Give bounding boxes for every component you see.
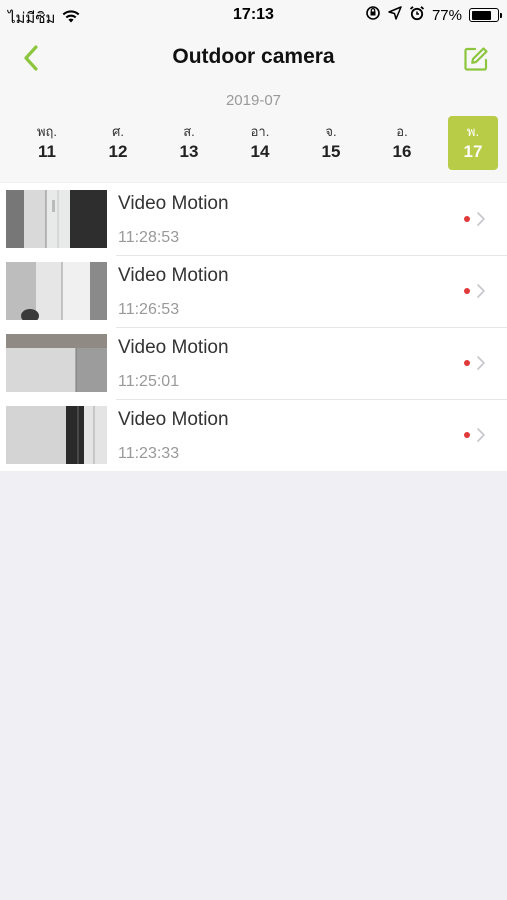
event-time: 11:23:33 bbox=[118, 445, 180, 462]
video-thumbnail[interactable] bbox=[6, 190, 107, 248]
day-name: พฤ. bbox=[36, 124, 58, 139]
day-17-selected[interactable]: พ. 17 bbox=[448, 116, 498, 170]
day-12[interactable]: ศ. 12 bbox=[93, 116, 143, 170]
event-list: Video Motion 11:28:53 Video Motion 11:26… bbox=[0, 183, 507, 471]
chevron-right-icon bbox=[477, 284, 485, 298]
day-number: 15 bbox=[321, 142, 341, 161]
day-14[interactable]: อา. 14 bbox=[235, 116, 285, 170]
day-name: อ. bbox=[396, 124, 408, 139]
page-title: Outdoor camera bbox=[172, 45, 335, 68]
video-thumbnail[interactable] bbox=[6, 334, 107, 392]
chevron-right-icon bbox=[477, 212, 485, 226]
day-number: 16 bbox=[392, 142, 412, 161]
day-15[interactable]: จ. 15 bbox=[306, 116, 356, 170]
event-title: Video Motion bbox=[118, 193, 229, 214]
alarm-icon bbox=[409, 5, 425, 25]
location-icon bbox=[388, 6, 402, 24]
unread-dot bbox=[464, 432, 470, 438]
day-number: 12 bbox=[108, 142, 128, 161]
day-list: พฤ. 11 ศ. 12 ส. 13 อา. 14 จ. 15 อ. 16 พ.… bbox=[22, 116, 498, 170]
event-row[interactable]: Video Motion 11:28:53 bbox=[0, 183, 507, 255]
status-icons: 77% bbox=[365, 5, 502, 25]
battery-percent: 77% bbox=[431, 6, 462, 24]
battery-level bbox=[471, 10, 491, 20]
nav-bar: Outdoor camera bbox=[0, 32, 507, 84]
day-13[interactable]: ส. 13 bbox=[164, 116, 214, 170]
event-row[interactable]: Video Motion 11:25:01 bbox=[0, 327, 507, 399]
battery-icon bbox=[469, 8, 502, 22]
day-number: 13 bbox=[179, 142, 199, 161]
video-thumbnail[interactable] bbox=[6, 406, 107, 464]
day-name: พ. bbox=[466, 124, 480, 139]
chevron-right-icon bbox=[477, 356, 485, 370]
event-time: 11:25:01 bbox=[118, 373, 180, 390]
event-row[interactable]: Video Motion 11:26:53 bbox=[0, 255, 507, 327]
day-number: 17 bbox=[463, 142, 483, 161]
day-number: 11 bbox=[38, 142, 56, 161]
video-thumbnail[interactable] bbox=[6, 262, 107, 320]
unread-dot bbox=[464, 288, 470, 294]
event-title: Video Motion bbox=[118, 337, 229, 358]
event-time: 11:26:53 bbox=[118, 301, 180, 318]
chevron-right-icon bbox=[477, 428, 485, 442]
event-time: 11:28:53 bbox=[118, 229, 180, 246]
day-name: จ. bbox=[325, 124, 337, 139]
month-label: 2019-07 bbox=[225, 92, 282, 109]
unread-dot bbox=[464, 216, 470, 222]
day-name: ศ. bbox=[112, 124, 124, 139]
status-bar: ไม่มีซิม 17:13 77% bbox=[0, 0, 507, 32]
event-title: Video Motion bbox=[118, 265, 229, 286]
orientation-lock-icon bbox=[365, 5, 381, 25]
day-16[interactable]: อ. 16 bbox=[377, 116, 427, 170]
unread-dot bbox=[464, 360, 470, 366]
day-number: 14 bbox=[250, 142, 270, 161]
day-11[interactable]: พฤ. 11 bbox=[22, 116, 72, 170]
edit-button[interactable] bbox=[461, 44, 491, 74]
day-name: ส. bbox=[183, 124, 195, 139]
date-selector: 2019-07 พฤ. 11 ศ. 12 ส. 13 อา. 14 จ. 15 … bbox=[0, 84, 507, 182]
event-title: Video Motion bbox=[118, 409, 229, 430]
day-name: อา. bbox=[250, 124, 270, 139]
event-row[interactable]: Video Motion 11:23:33 bbox=[0, 399, 507, 471]
edit-icon bbox=[464, 47, 488, 71]
